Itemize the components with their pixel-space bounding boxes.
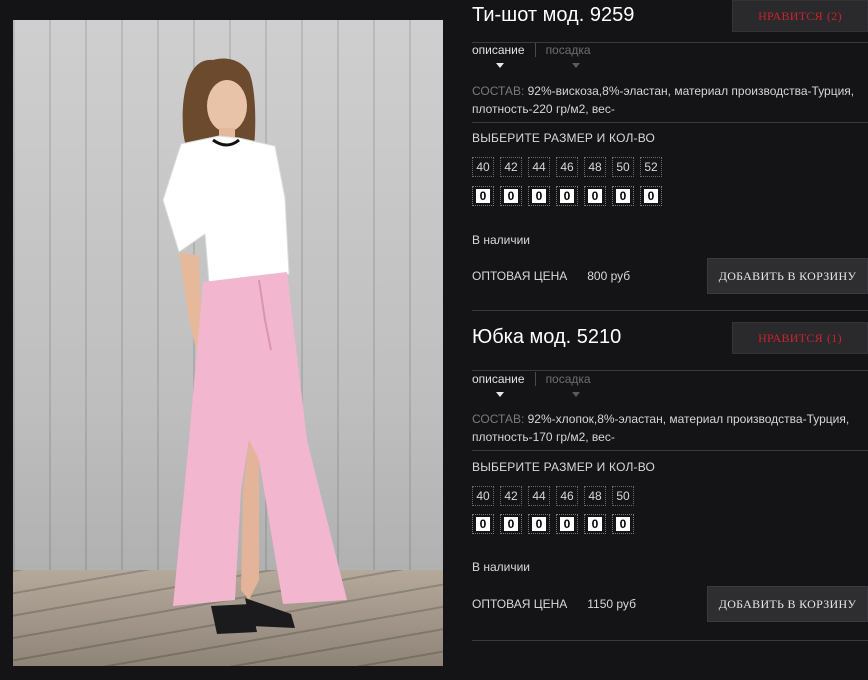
size-select-title: ВЫБЕРИТЕ РАЗМЕР И КОЛ-ВО <box>472 131 656 145</box>
like-count: (1) <box>826 330 842 345</box>
like-count: (2) <box>826 8 842 23</box>
quantity-input[interactable]: 0 <box>640 186 662 206</box>
quantity-list: 0 0 0 0 0 0 <box>472 514 640 534</box>
quantity-input[interactable]: 0 <box>528 514 550 534</box>
quantity-input[interactable]: 0 <box>556 186 578 206</box>
divider <box>472 450 868 451</box>
size-option[interactable]: 42 <box>500 486 522 506</box>
add-to-cart-button[interactable]: ДОБАВИТЬ В КОРЗИНУ <box>707 258 868 294</box>
tab-description[interactable]: описание <box>472 372 535 397</box>
divider <box>472 370 868 371</box>
size-list: 40 42 44 46 48 50 <box>472 486 640 506</box>
size-option[interactable]: 48 <box>584 486 606 506</box>
size-option[interactable]: 46 <box>556 157 578 177</box>
like-button[interactable]: НРАВИТСЯ (1) <box>732 322 868 354</box>
product-title: Юбка мод. 5210 <box>472 326 622 348</box>
quantity-input[interactable]: 0 <box>556 514 578 534</box>
quantity-input[interactable]: 0 <box>472 514 494 534</box>
price-value: 1150 руб <box>587 597 636 611</box>
stock-status: В наличии <box>472 560 531 574</box>
add-to-cart-button[interactable]: ДОБАВИТЬ В КОРЗИНУ <box>707 586 868 622</box>
size-list: 40 42 44 46 48 50 52 <box>472 157 668 177</box>
caret-down-icon <box>496 392 504 397</box>
size-option[interactable]: 42 <box>500 157 522 177</box>
size-option[interactable]: 50 <box>612 157 634 177</box>
size-option[interactable]: 44 <box>528 157 550 177</box>
info-tabs: описание посадка <box>472 43 601 68</box>
tab-description[interactable]: описание <box>472 43 535 68</box>
like-button[interactable]: НРАВИТСЯ (2) <box>732 0 868 32</box>
size-option[interactable]: 46 <box>556 486 578 506</box>
quantity-input[interactable]: 0 <box>584 514 606 534</box>
stock-status: В наличии <box>472 233 531 247</box>
quantity-input[interactable]: 0 <box>472 186 494 206</box>
tab-description-label: описание <box>472 372 525 386</box>
model-illustration <box>162 58 347 634</box>
quantity-input[interactable]: 0 <box>500 186 522 206</box>
price-row: ОПТОВАЯ ЦЕНА 800 руб <box>472 269 630 283</box>
tab-fit-label: посадка <box>545 43 591 57</box>
price-label: ОПТОВАЯ ЦЕНА <box>472 597 568 611</box>
composition-label: СОСТАВ: <box>472 412 525 426</box>
composition-text: СОСТАВ: 92%-хлопок,8%-эластан, материал … <box>472 410 868 446</box>
size-option[interactable]: 40 <box>472 157 494 177</box>
price-label: ОПТОВАЯ ЦЕНА <box>472 269 568 283</box>
divider <box>472 122 868 123</box>
tab-fit-label: посадка <box>545 372 591 386</box>
caret-down-icon <box>496 63 504 68</box>
composition-value: 92%-хлопок,8%-эластан, материал производ… <box>472 412 850 444</box>
quantity-input[interactable]: 0 <box>500 514 522 534</box>
like-label: НРАВИТСЯ <box>758 8 823 23</box>
size-option[interactable]: 48 <box>584 157 606 177</box>
info-tabs: описание посадка <box>472 372 601 397</box>
product-title: Ти-шот мод. 9259 <box>472 4 635 26</box>
size-option[interactable]: 40 <box>472 486 494 506</box>
product-photo[interactable] <box>13 20 443 666</box>
quantity-input[interactable]: 0 <box>612 514 634 534</box>
quantity-input[interactable]: 0 <box>612 186 634 206</box>
size-option[interactable]: 44 <box>528 486 550 506</box>
quantity-list: 0 0 0 0 0 0 0 <box>472 186 668 206</box>
size-option[interactable]: 50 <box>612 486 634 506</box>
tab-description-label: описание <box>472 43 525 57</box>
price-row: ОПТОВАЯ ЦЕНА 1150 руб <box>472 597 636 611</box>
caret-down-icon <box>571 63 580 68</box>
caret-down-icon <box>571 392 580 397</box>
composition-text: СОСТАВ: 92%-вискоза,8%-эластан, материал… <box>472 82 868 118</box>
like-label: НРАВИТСЯ <box>758 330 823 345</box>
composition-label: СОСТАВ: <box>472 84 525 98</box>
tab-fit[interactable]: посадка <box>534 43 601 68</box>
tab-fit[interactable]: посадка <box>534 372 601 397</box>
price-value: 800 руб <box>587 269 631 283</box>
divider <box>472 310 868 311</box>
quantity-input[interactable]: 0 <box>528 186 550 206</box>
size-option[interactable]: 52 <box>640 157 662 177</box>
composition-value: 92%-вискоза,8%-эластан, материал произво… <box>472 84 855 116</box>
size-select-title: ВЫБЕРИТЕ РАЗМЕР И КОЛ-ВО <box>472 460 656 474</box>
quantity-input[interactable]: 0 <box>584 186 606 206</box>
divider <box>472 640 868 641</box>
